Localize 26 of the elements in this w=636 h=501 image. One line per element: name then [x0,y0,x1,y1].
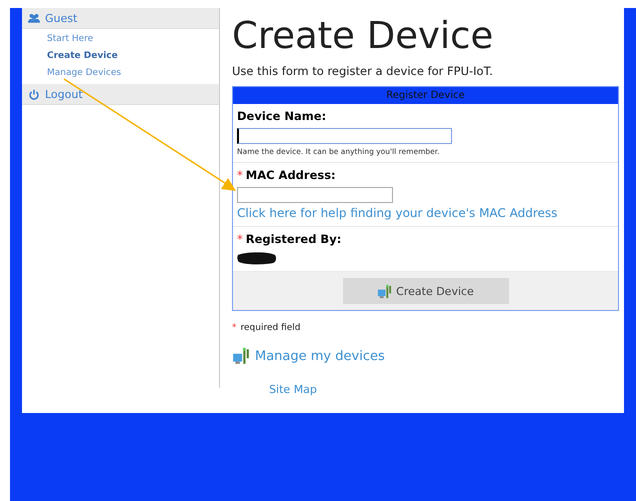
network-device-icon [232,347,250,365]
power-icon [28,88,40,100]
required-asterisk: * [237,168,243,182]
sidebar-link[interactable]: Create Device [47,49,219,64]
sidebar-link[interactable]: Manage Devices [47,66,219,81]
required-asterisk: * [237,232,243,246]
text-input-field[interactable] [237,128,452,144]
required-asterisk: * [232,323,236,333]
text-input-field[interactable] [237,187,393,203]
create-device-button[interactable]: Create Device [342,278,508,304]
field-label: Device Name: [237,109,326,123]
required-note: required field [240,323,300,333]
field-label: Registered By: [246,232,342,246]
help-link[interactable]: Click here for help finding your device's MAC Address [237,206,614,220]
site-map-link[interactable]: Site Map [269,382,317,396]
form-header: Register Device [233,87,618,104]
intro-text: Use this form to register a device for FPU-IoT. [232,64,494,78]
manage-devices-link[interactable]: Manage my devices [232,347,624,365]
sidebar-link[interactable]: Start Here [47,32,219,47]
sidebar-section-header[interactable]: Logout [22,84,219,105]
page-title: Create Device [232,14,494,58]
field-label: MAC Address: [246,168,336,182]
redaction-mark [237,251,277,265]
users-icon [28,12,40,24]
sidebar-section-header[interactable]: Guest [22,8,219,29]
network-device-icon [377,284,392,298]
